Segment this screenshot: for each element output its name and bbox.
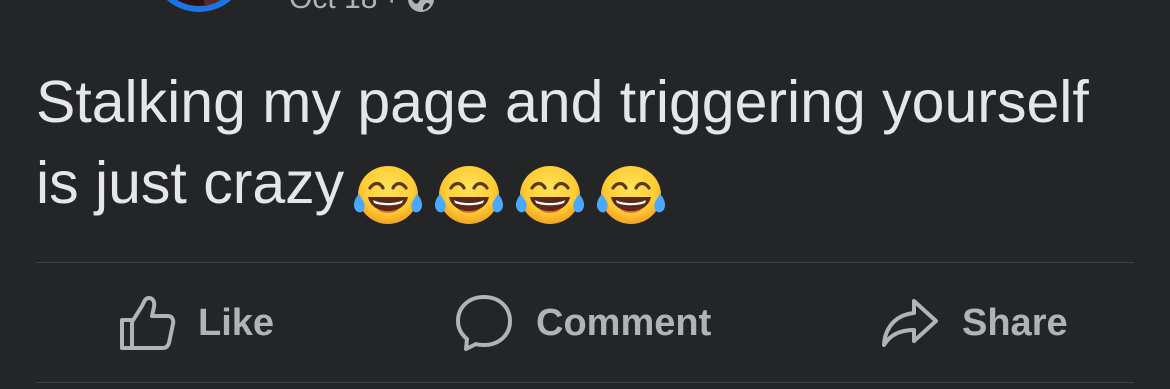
post-text: Stalking my page and triggering yourself…	[36, 62, 1136, 232]
post-timestamp[interactable]: Oct 18	[289, 0, 377, 16]
tears-of-joy-emoji	[431, 164, 507, 226]
meta-separator: ·	[387, 0, 396, 15]
tears-of-joy-emoji	[512, 164, 588, 226]
action-bar: Like Comment Share	[36, 263, 1134, 382]
share-button[interactable]: Share	[880, 291, 1068, 355]
share-arrow-icon	[880, 295, 940, 351]
tears-of-joy-emoji	[593, 164, 669, 226]
globe-icon	[406, 0, 436, 14]
emoji-group	[350, 151, 674, 232]
post-card: Oct 18 · Stalking my page and triggering…	[0, 0, 1170, 389]
divider	[36, 382, 1134, 383]
share-label: Share	[962, 301, 1068, 344]
post-meta: Oct 18 ·	[289, 0, 436, 19]
post-header: Oct 18 ·	[0, 0, 1170, 40]
tears-of-joy-emoji	[350, 164, 426, 226]
thumbs-up-icon	[118, 294, 176, 352]
avatar[interactable]	[150, 0, 248, 12]
avatar-image	[204, 0, 222, 6]
like-button[interactable]: Like	[118, 291, 274, 355]
comment-button[interactable]: Comment	[454, 291, 711, 355]
comment-bubble-icon	[454, 293, 514, 353]
like-label: Like	[198, 301, 275, 344]
comment-label: Comment	[536, 301, 712, 344]
